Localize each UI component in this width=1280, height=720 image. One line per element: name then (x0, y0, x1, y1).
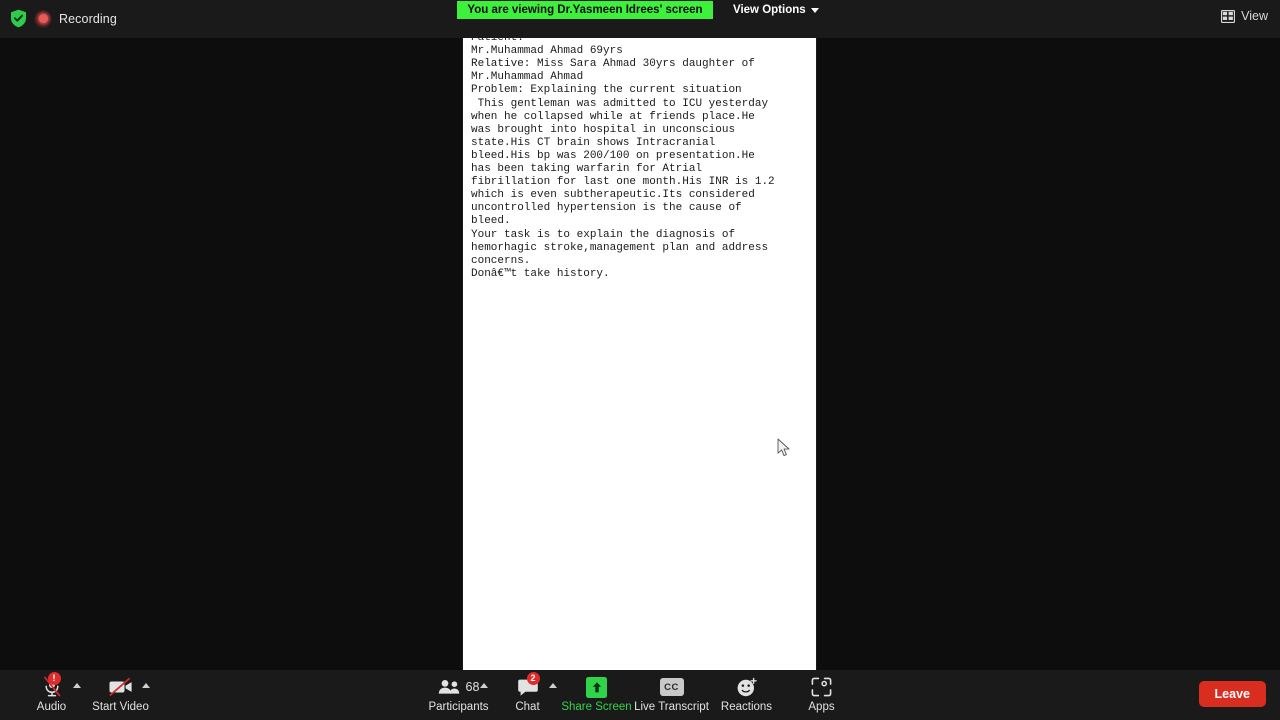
start-video-label: Start Video (92, 701, 149, 713)
share-screen-label: Share Screen (561, 701, 632, 713)
view-layout-button[interactable]: View (1221, 9, 1268, 23)
top-bar: Recording You are viewing Dr.Yasmeen Idr… (0, 0, 1280, 38)
grid-layout-icon (1221, 9, 1236, 23)
share-screen-button[interactable]: Share Screen (559, 670, 634, 713)
chevron-down-icon (810, 8, 819, 13)
top-bar-left-group: Recording (10, 9, 117, 28)
audio-button[interactable]: ! Audio (14, 670, 89, 713)
smiley-plus-icon (736, 676, 758, 698)
participants-count: 68 (465, 680, 480, 694)
chat-unread-badge: 2 (526, 672, 540, 685)
cc-icon-text: CC (659, 678, 684, 696)
participants-label: Participants (428, 701, 489, 713)
camera-off-icon (108, 676, 134, 698)
participants-button[interactable]: 68 Participants (421, 670, 496, 713)
toolbar-left-group: ! Audio Start Video (14, 670, 152, 720)
apps-bracket-icon (811, 676, 832, 698)
reactions-label: Reactions (720, 701, 773, 713)
recording-label: Recording (59, 11, 117, 26)
audio-label: Audio (36, 701, 67, 713)
microphone-muted-icon: ! (42, 672, 62, 698)
chat-bubble-icon: 2 (517, 672, 540, 698)
toolbar-center-group: 68 Participants 2 Chat Share Screen CC L… (421, 670, 859, 720)
chat-button[interactable]: 2 Chat (490, 670, 565, 713)
start-video-button[interactable]: Start Video (83, 670, 158, 713)
view-options-button[interactable]: View Options (727, 1, 825, 19)
apps-label: Apps (808, 701, 835, 713)
view-label: View (1241, 9, 1268, 23)
viewing-screen-banner: You are viewing Dr.Yasmeen Idrees' scree… (457, 1, 713, 19)
view-options-label: View Options (733, 4, 806, 16)
reactions-button[interactable]: Reactions (709, 670, 784, 713)
meeting-toolbar: ! Audio Start Video 68 Participants 2 Ch… (0, 670, 1280, 720)
shared-document-text: You are a dr in the ICU. Patient: Mr.Muh… (471, 19, 775, 280)
people-icon: 68 (438, 676, 480, 698)
closed-caption-icon: CC (659, 676, 684, 698)
zoom-meeting-window: You are a dr in the ICU. Patient: Mr.Muh… (0, 0, 1280, 720)
shared-document-page[interactable]: You are a dr in the ICU. Patient: Mr.Muh… (463, 0, 816, 670)
live-transcript-button[interactable]: CC Live Transcript (634, 670, 709, 713)
live-transcript-label: Live Transcript (634, 701, 709, 713)
recording-dot-icon (34, 9, 52, 28)
viewing-screen-banner-text: You are viewing Dr.Yasmeen Idrees' scree… (467, 4, 703, 16)
apps-button[interactable]: Apps (784, 670, 859, 713)
chat-label: Chat (515, 701, 540, 713)
leave-button[interactable]: Leave (1198, 681, 1266, 707)
share-screen-up-arrow-icon (586, 676, 607, 698)
shared-screen-stage: You are a dr in the ICU. Patient: Mr.Muh… (0, 0, 1280, 670)
audio-alert-badge: ! (47, 672, 61, 685)
shield-check-icon[interactable] (10, 9, 27, 28)
